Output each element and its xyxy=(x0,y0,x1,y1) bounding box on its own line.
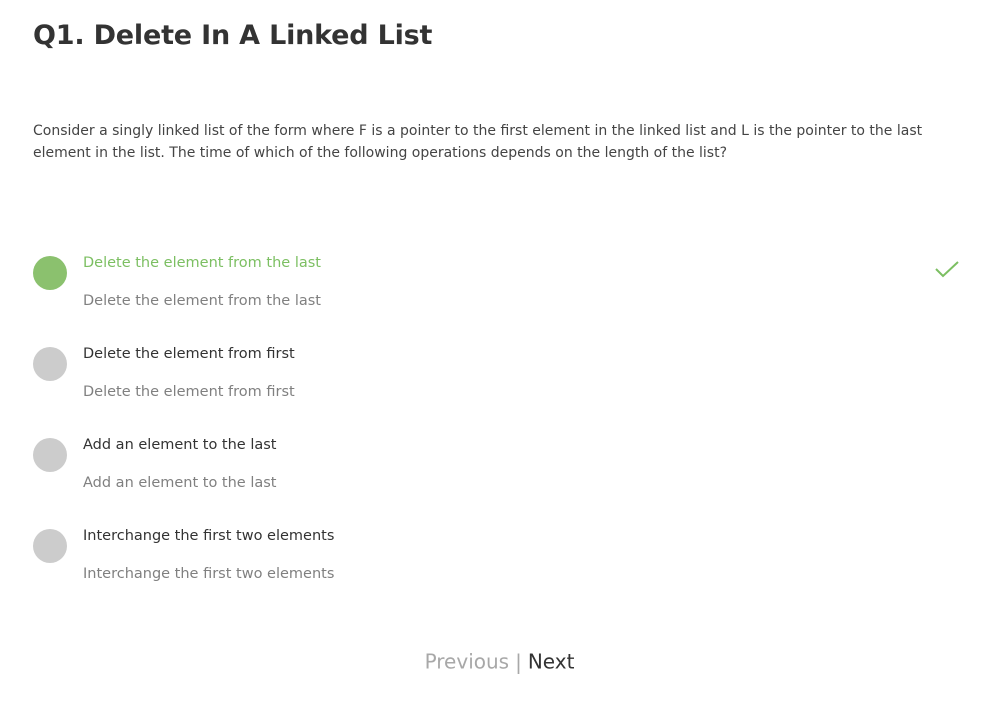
option-label[interactable]: Delete the element from the last xyxy=(83,255,321,271)
option-description: Delete the element from the last xyxy=(83,293,321,309)
option-description: Add an element to the last xyxy=(83,475,277,491)
option-label[interactable]: Interchange the first two elements xyxy=(83,528,334,544)
check-icon xyxy=(935,261,959,278)
question-text: Consider a singly linked list of the for… xyxy=(33,123,923,161)
question-title: Q1. Delete In A Linked List xyxy=(33,20,433,51)
radio-button[interactable] xyxy=(33,438,67,472)
option-label[interactable]: Delete the element from first xyxy=(83,346,295,362)
next-button[interactable]: Next xyxy=(528,650,575,674)
option-1[interactable]: Delete the element from the last Delete … xyxy=(33,255,963,315)
previous-button[interactable]: Previous xyxy=(425,650,510,674)
option-description: Interchange the first two elements xyxy=(83,566,335,582)
radio-button[interactable] xyxy=(33,529,67,563)
pagination-nav: Previous | Next xyxy=(0,648,999,674)
option-3[interactable]: Add an element to the last Add an elemen… xyxy=(33,437,963,497)
radio-button[interactable] xyxy=(33,347,67,381)
option-2[interactable]: Delete the element from first Delete the… xyxy=(33,346,963,406)
nav-separator: | xyxy=(515,649,522,674)
option-description: Delete the element from first xyxy=(83,384,295,400)
option-label[interactable]: Add an element to the last xyxy=(83,437,277,453)
option-4[interactable]: Interchange the first two elements Inter… xyxy=(33,528,963,588)
radio-button-selected[interactable] xyxy=(33,256,67,290)
